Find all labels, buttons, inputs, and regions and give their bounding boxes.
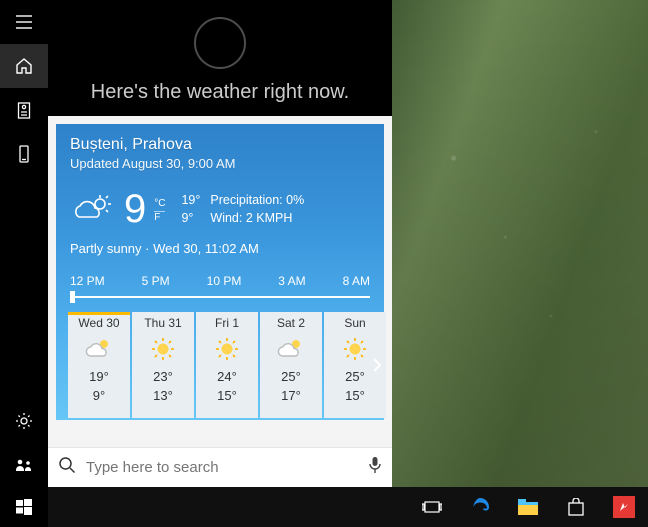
daily-low: 15° — [217, 388, 237, 403]
taskview-icon[interactable] — [408, 487, 456, 527]
daily-day: Wed 30 — [78, 316, 119, 330]
home-icon[interactable] — [0, 44, 48, 88]
daily-low: 17° — [281, 388, 301, 403]
daily-low: 13° — [153, 388, 173, 403]
daily-day: Fri 1 — [215, 316, 239, 330]
weather-hourly-timeline[interactable]: 12 PM 5 PM 10 PM 3 AM 8 AM — [70, 274, 370, 298]
weather-updated: Updated August 30, 9:00 AM — [70, 156, 370, 171]
daily-forecast-card[interactable]: Wed 30 19° 9° — [68, 312, 130, 418]
weather-card[interactable]: Bușteni, Prahova Updated August 30, 9:00… — [56, 124, 384, 420]
device-icon[interactable] — [0, 132, 48, 176]
timeline-track[interactable] — [70, 296, 370, 298]
daily-weather-icon — [148, 336, 178, 362]
weather-unit[interactable]: °C F — [154, 198, 165, 224]
daily-high: 19° — [89, 369, 109, 384]
windows-icon — [16, 499, 32, 515]
weather-temp: 9 — [124, 189, 146, 229]
cortana-prompt: Here's the weather right now. — [91, 81, 349, 104]
daily-weather-icon — [340, 336, 370, 362]
start-button[interactable] — [0, 487, 48, 527]
notebook-icon[interactable] — [0, 88, 48, 132]
weather-location: Bușteni, Prahova — [70, 136, 370, 154]
weather-low: 9° — [181, 211, 200, 225]
daily-weather-icon — [212, 336, 242, 362]
daily-high: 23° — [153, 369, 173, 384]
weather-high: 19° — [181, 193, 200, 207]
daily-day: Sat 2 — [277, 316, 305, 330]
daily-weather-icon — [276, 336, 306, 362]
app-icon[interactable] — [600, 487, 648, 527]
weather-daily-forecast: Wed 30 19° 9° Thu 31 23° 13° Fri 1 24° 15° Sat 2 2… — [68, 312, 386, 418]
chevron-right-icon[interactable] — [368, 342, 386, 388]
taskbar — [0, 487, 648, 527]
feedback-icon[interactable] — [0, 443, 48, 487]
daily-day: Sun — [344, 316, 365, 330]
daily-weather-icon — [84, 336, 114, 362]
daily-forecast-card[interactable]: Thu 31 23° 13° — [132, 312, 194, 418]
search-input[interactable] — [86, 459, 368, 476]
weather-current: 9 °C F 19° 9° Precipitation: 0% Wind: 2 … — [70, 189, 370, 229]
daily-day: Thu 31 — [144, 316, 181, 330]
weather-wind: Wind: 2 KMPH — [210, 211, 304, 225]
store-icon[interactable] — [552, 487, 600, 527]
explorer-icon[interactable] — [504, 487, 552, 527]
timeline-thumb[interactable] — [70, 291, 75, 303]
daily-high: 25° — [345, 369, 365, 384]
timeline-label: 3 AM — [278, 274, 305, 288]
menu-icon[interactable] — [0, 0, 48, 44]
weather-precip: Precipitation: 0% — [210, 193, 304, 207]
edge-icon[interactable] — [456, 487, 504, 527]
weather-current-icon — [70, 193, 114, 225]
timeline-label: 10 PM — [207, 274, 242, 288]
timeline-label: 5 PM — [142, 274, 170, 288]
cortana-ring-icon — [194, 17, 246, 69]
timeline-label: 8 AM — [343, 274, 370, 288]
timeline-label: 12 PM — [70, 274, 105, 288]
cortana-search-box[interactable] — [48, 447, 392, 487]
gear-icon[interactable] — [0, 399, 48, 443]
weather-condition-line: Partly sunny · Wed 30, 11:02 AM — [70, 241, 370, 256]
mic-icon[interactable] — [368, 456, 382, 479]
daily-forecast-card[interactable]: Sat 2 25° 17° — [260, 312, 322, 418]
cortana-panel: Here's the weather right now. Bușteni, P… — [48, 0, 392, 487]
daily-high: 25° — [281, 369, 301, 384]
search-icon — [58, 456, 76, 479]
daily-forecast-card[interactable]: Fri 1 24° 15° — [196, 312, 258, 418]
daily-low: 9° — [93, 388, 105, 403]
cortana-header: Here's the weather right now. — [48, 0, 392, 116]
daily-low: 15° — [345, 388, 365, 403]
cortana-rail — [0, 0, 48, 487]
daily-high: 24° — [217, 369, 237, 384]
